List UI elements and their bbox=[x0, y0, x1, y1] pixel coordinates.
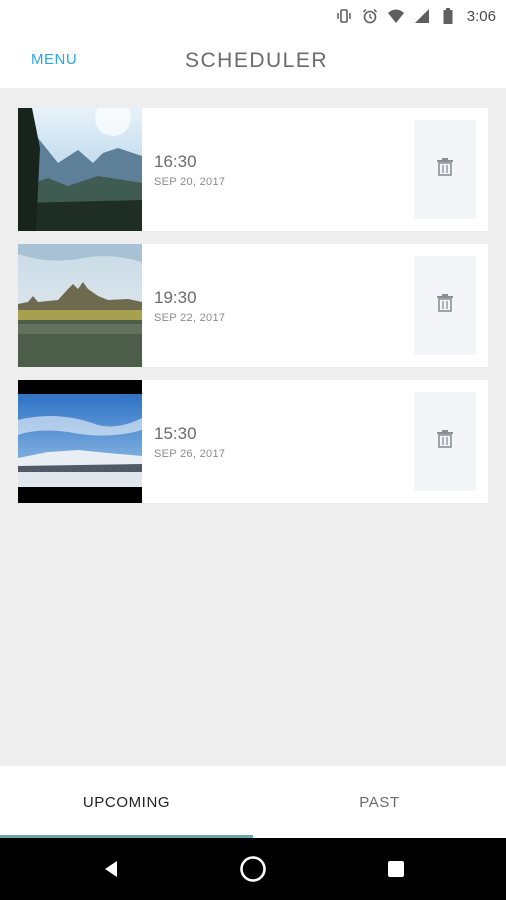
trash-icon bbox=[436, 429, 454, 454]
status-time: 3:06 bbox=[466, 7, 496, 25]
schedule-list: 16:30 SEP 20, 2017 19:30 SEP 22, 2017 15… bbox=[0, 88, 506, 766]
vibrate-icon bbox=[335, 7, 353, 25]
home-button[interactable] bbox=[236, 852, 270, 886]
tab-upcoming[interactable]: UPCOMING bbox=[0, 766, 253, 838]
wifi-icon bbox=[387, 7, 405, 25]
trash-icon bbox=[436, 157, 454, 182]
schedule-time: 19:30 bbox=[154, 288, 197, 307]
back-button[interactable] bbox=[94, 852, 128, 886]
system-nav-bar bbox=[0, 838, 506, 900]
delete-button[interactable] bbox=[414, 392, 476, 491]
schedule-card[interactable]: 16:30 SEP 20, 2017 bbox=[18, 108, 488, 231]
schedule-date: SEP 22, 2017 bbox=[154, 312, 226, 324]
tab-past[interactable]: PAST bbox=[253, 766, 506, 838]
schedule-card[interactable]: 19:30 SEP 22, 2017 bbox=[18, 244, 488, 367]
schedule-date: SEP 26, 2017 bbox=[154, 448, 226, 460]
delete-button[interactable] bbox=[414, 120, 476, 219]
status-bar: 3:06 bbox=[0, 0, 506, 32]
thumbnail-yosemite-valley bbox=[18, 108, 142, 231]
app-bar: MENU SCHEDULER bbox=[0, 32, 506, 88]
thumbnail-temple-reflection bbox=[18, 244, 142, 367]
recents-square-icon bbox=[388, 861, 404, 877]
schedule-date: SEP 20, 2017 bbox=[154, 176, 226, 188]
page-title: SCHEDULER bbox=[185, 49, 329, 72]
thumbnail-snowy-landscape bbox=[18, 380, 142, 503]
schedule-card[interactable]: 15:30 SEP 26, 2017 bbox=[18, 380, 488, 503]
menu-button[interactable]: MENU bbox=[31, 51, 77, 68]
back-triangle-icon bbox=[105, 861, 117, 877]
schedule-time: 15:30 bbox=[154, 424, 197, 443]
signal-icon bbox=[413, 7, 431, 25]
tab-bar: UPCOMING PAST bbox=[0, 766, 506, 838]
recents-button[interactable] bbox=[379, 852, 413, 886]
alarm-icon bbox=[361, 7, 379, 25]
schedule-time: 16:30 bbox=[154, 152, 197, 171]
trash-icon bbox=[436, 293, 454, 318]
delete-button[interactable] bbox=[414, 256, 476, 355]
battery-icon bbox=[439, 7, 457, 25]
home-circle-icon bbox=[240, 856, 266, 882]
